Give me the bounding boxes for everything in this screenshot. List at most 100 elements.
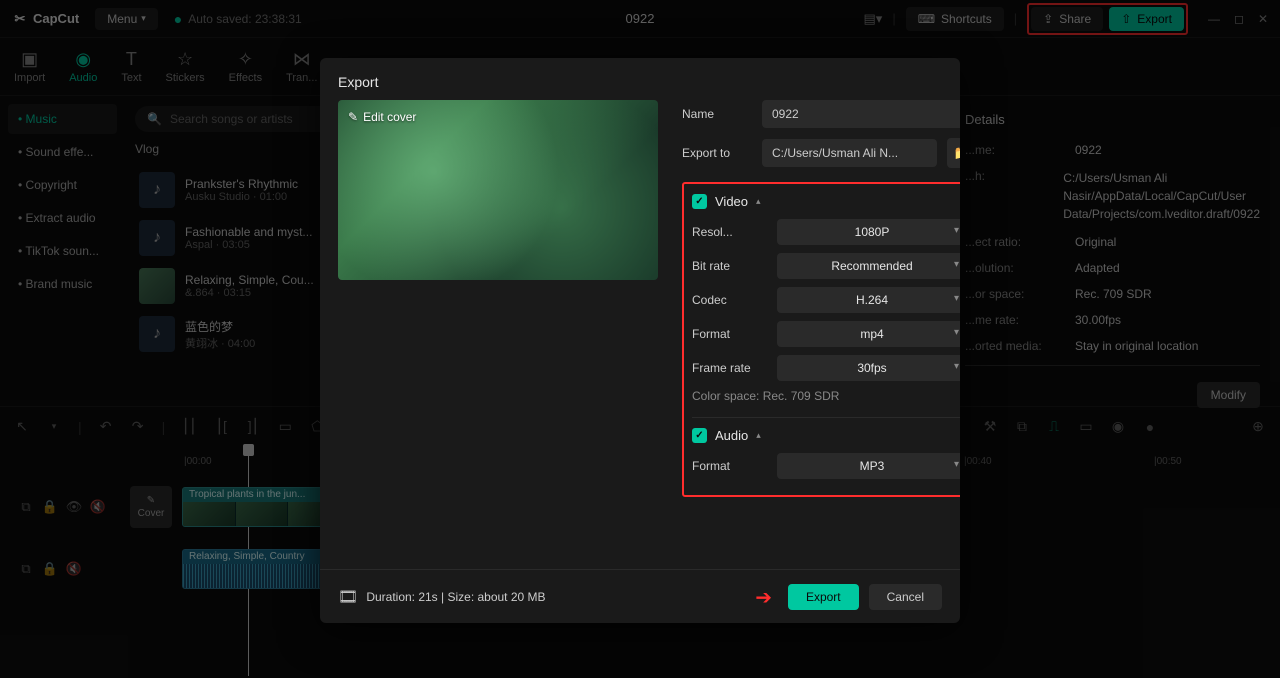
tab-stickers[interactable]: ☆Stickers bbox=[166, 49, 205, 84]
export-top-button[interactable]: ⇧ Export bbox=[1109, 7, 1184, 31]
exportto-input[interactable] bbox=[762, 139, 937, 167]
audio-sidebar: Music Sound effe... Copyright Extract au… bbox=[0, 96, 125, 406]
details-panel: Details ...me:0922 ...h:C:/Users/Usman A… bbox=[945, 96, 1280, 406]
zoom-add-icon[interactable]: ⊕ bbox=[1250, 418, 1266, 435]
close-button[interactable]: ✕ bbox=[1258, 12, 1268, 26]
modify-button[interactable]: Modify bbox=[1197, 382, 1260, 408]
exportto-label: Export to bbox=[682, 146, 752, 160]
tool-icon[interactable]: ⚒ bbox=[982, 418, 998, 435]
chevron-down-icon[interactable]: ▾ bbox=[46, 421, 62, 432]
export-button[interactable]: Export bbox=[788, 584, 859, 610]
tab-import[interactable]: ▣Import bbox=[14, 49, 45, 84]
maximize-button[interactable]: ◻ bbox=[1234, 12, 1244, 26]
link-icon[interactable]: ⧉ bbox=[18, 499, 34, 515]
magnet-icon[interactable]: ⎍ bbox=[1046, 418, 1062, 435]
audio-checkbox[interactable]: ✓ bbox=[692, 428, 707, 443]
cancel-button[interactable]: Cancel bbox=[869, 584, 942, 610]
duration-info: 🎞 Duration: 21s | Size: about 20 MB bbox=[338, 587, 546, 607]
sidebar-music[interactable]: Music bbox=[8, 104, 117, 134]
check-icon: ● bbox=[174, 11, 182, 27]
audio-format-select[interactable]: MP3 bbox=[777, 453, 960, 479]
shortcuts-label: Shortcuts bbox=[941, 12, 992, 26]
sidebar-copyright[interactable]: Copyright bbox=[8, 170, 117, 200]
import-icon: ▣ bbox=[21, 49, 38, 70]
topbar-right: ▤▾ | ⌨ Shortcuts | ⇪ Share ⇧ Export — ◻ … bbox=[864, 3, 1269, 35]
text-icon: T bbox=[126, 49, 137, 70]
keyboard-icon: ⌨ bbox=[918, 12, 935, 26]
annotation-arrow: ➔ bbox=[755, 585, 772, 610]
eye-icon[interactable]: 👁 bbox=[66, 499, 82, 515]
caret-up-icon[interactable]: ▴ bbox=[756, 196, 761, 207]
track-head: ⧉ 🔒 👁 🔇 ✎ Cover bbox=[14, 486, 172, 528]
media-thumb-icon: ♪ bbox=[139, 172, 175, 208]
video-section-header: ✓ Video ▴ bbox=[692, 194, 960, 209]
lock-icon[interactable]: 🔒 bbox=[42, 499, 58, 515]
trim-right-icon[interactable]: ]⎮ bbox=[245, 418, 261, 435]
lock-icon[interactable]: 🔒 bbox=[42, 561, 58, 577]
mic-icon[interactable]: ◉ bbox=[1110, 418, 1126, 435]
mute-icon[interactable]: 🔇 bbox=[66, 561, 82, 577]
undo-icon[interactable]: ↶ bbox=[98, 418, 114, 435]
edit-cover-button[interactable]: ✎ Edit cover bbox=[348, 110, 416, 124]
split-icon[interactable]: ⎮⎮ bbox=[181, 418, 197, 435]
record-icon[interactable]: ● bbox=[1142, 419, 1158, 435]
dialog-title: Export bbox=[320, 58, 960, 100]
tab-effects[interactable]: ✧Effects bbox=[229, 49, 262, 84]
layout-icon[interactable]: ▤▾ bbox=[864, 11, 883, 27]
transitions-icon: ⋈ bbox=[293, 49, 311, 70]
delete-icon[interactable]: ▭ bbox=[277, 418, 293, 435]
browse-folder-button[interactable]: 📁 bbox=[947, 138, 960, 168]
media-thumb-icon: ♪ bbox=[139, 220, 175, 256]
format-select[interactable]: mp4 bbox=[777, 321, 960, 347]
caret-up-icon[interactable]: ▴ bbox=[756, 430, 761, 441]
link-icon[interactable]: ⧉ bbox=[1014, 418, 1030, 435]
details-title: Details bbox=[965, 112, 1260, 127]
search-placeholder: Search songs or artists bbox=[170, 112, 293, 126]
tab-text[interactable]: TText bbox=[121, 49, 141, 84]
resolution-select[interactable]: 1080P bbox=[777, 219, 960, 245]
share-icon: ⇪ bbox=[1043, 12, 1053, 26]
shortcuts-button[interactable]: ⌨ Shortcuts bbox=[906, 7, 1004, 31]
codec-select[interactable]: H.264 bbox=[777, 287, 960, 313]
topbar: ✂ CapCut Menu ▾ ● Auto saved: 23:38:31 0… bbox=[0, 0, 1280, 38]
autosave-text: Auto saved: 23:38:31 bbox=[188, 12, 301, 26]
cover-preview: ✎ Edit cover bbox=[338, 100, 658, 280]
name-input[interactable] bbox=[762, 100, 960, 128]
audio-section-header: ✓ Audio ▴ bbox=[692, 428, 960, 443]
mute-icon[interactable]: 🔇 bbox=[90, 499, 106, 515]
tab-transitions[interactable]: ⋈Tran... bbox=[286, 49, 317, 84]
share-button[interactable]: ⇪ Share bbox=[1031, 7, 1103, 31]
name-label: Name bbox=[682, 107, 752, 121]
sidebar-tiktok-sounds[interactable]: TikTok soun... bbox=[8, 236, 117, 266]
dialog-footer: 🎞 Duration: 21s | Size: about 20 MB ➔ Ex… bbox=[320, 569, 960, 623]
share-export-highlight: ⇪ Share ⇧ Export bbox=[1027, 3, 1188, 35]
minimize-button[interactable]: — bbox=[1208, 12, 1220, 26]
pencil-icon: ✎ bbox=[348, 110, 358, 124]
stickers-icon: ☆ bbox=[177, 49, 193, 70]
sidebar-brand-music[interactable]: Brand music bbox=[8, 269, 117, 299]
cover-button[interactable]: ✎ Cover bbox=[130, 486, 172, 528]
sidebar-extract-audio[interactable]: Extract audio bbox=[8, 203, 117, 233]
sidebar-sound-effects[interactable]: Sound effe... bbox=[8, 137, 117, 167]
link-icon[interactable]: ⧉ bbox=[18, 561, 34, 577]
preview-icon[interactable]: ▭ bbox=[1078, 418, 1094, 435]
export-top-label: Export bbox=[1137, 12, 1172, 26]
bitrate-select[interactable]: Recommended bbox=[777, 253, 960, 279]
chevron-down-icon: ▾ bbox=[141, 13, 146, 24]
audio-icon: ◉ bbox=[75, 49, 91, 70]
video-checkbox[interactable]: ✓ bbox=[692, 194, 707, 209]
redo-icon[interactable]: ↷ bbox=[130, 418, 146, 435]
edit-icon: ✎ bbox=[147, 495, 155, 506]
app-name: CapCut bbox=[33, 11, 79, 26]
trim-left-icon[interactable]: ⎮[ bbox=[213, 418, 229, 435]
menu-button[interactable]: Menu ▾ bbox=[95, 8, 158, 30]
media-thumb-icon bbox=[139, 268, 175, 304]
cursor-icon[interactable]: ↖ bbox=[14, 418, 30, 435]
export-settings-highlight: ✓ Video ▴ Resol...1080P Bit rateRecommen… bbox=[682, 182, 960, 497]
share-label: Share bbox=[1059, 12, 1091, 26]
search-icon: 🔍 bbox=[147, 112, 162, 126]
capcut-logo-icon: ✂ bbox=[12, 11, 28, 27]
framerate-select[interactable]: 30fps bbox=[777, 355, 960, 381]
tab-audio[interactable]: ◉Audio bbox=[69, 49, 97, 84]
window-controls: — ◻ ✕ bbox=[1208, 12, 1268, 26]
